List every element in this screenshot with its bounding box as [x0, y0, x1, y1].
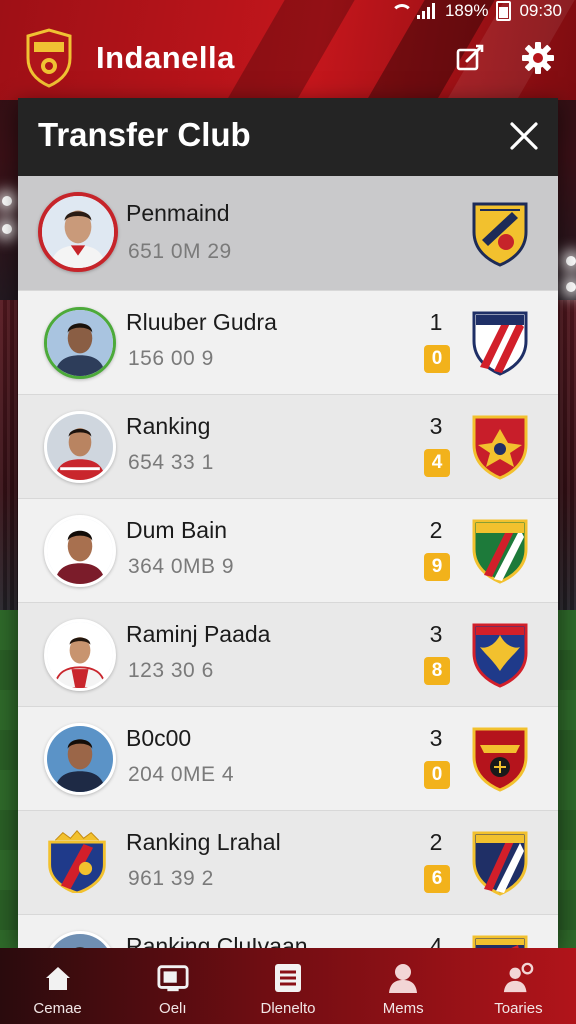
club-crest-icon [472, 831, 528, 896]
settings-button[interactable] [520, 40, 556, 76]
nav-label: Oelı [159, 1000, 187, 1017]
club-avatar [44, 827, 110, 893]
gear-icon [522, 42, 554, 74]
player-avatar [44, 931, 116, 948]
player-stats: 364 0MB 9 [128, 555, 235, 578]
rank-badge: 9 [424, 553, 450, 581]
player-avatar [44, 515, 116, 587]
rank-number: 4 [429, 933, 443, 948]
trophy-person-icon [502, 962, 534, 994]
player-stats: 156 00 9 [128, 347, 214, 370]
club-crest-icon [472, 519, 528, 584]
rank-badge: 0 [424, 345, 450, 373]
close-icon [510, 122, 538, 150]
panel-header: Transfer Club [18, 98, 558, 176]
bottom-navigation: Cemae Oelı Dlenelto Mems Toaries [0, 948, 576, 1024]
player-name: Dum Bain [126, 517, 227, 543]
person-icon [387, 962, 419, 994]
rank-badge: 6 [424, 865, 450, 893]
player-avatar [38, 192, 118, 272]
player-row[interactable]: Ranking Lrahal 961 39 2 2 6 [18, 811, 558, 915]
app-title: Indanella [96, 40, 235, 75]
club-crest-icon [472, 727, 528, 792]
player-name: Ranking CluIvaan [126, 933, 308, 948]
nav-label: Toaries [494, 1000, 543, 1017]
player-name: Ranking [126, 413, 211, 439]
player-avatar [44, 411, 116, 483]
player-stats: 204 0ME 4 [128, 763, 235, 786]
player-avatar [44, 723, 116, 795]
club-crest-icon [472, 311, 528, 376]
panel-title: Transfer Club [38, 116, 251, 153]
nav-item-members[interactable]: Mems [346, 948, 461, 1024]
player-row[interactable]: Ranking 654 33 1 3 4 [18, 395, 558, 499]
player-row[interactable]: Dum Bain 364 0MB 9 2 9 [18, 499, 558, 603]
player-name: Rluuber Gudra [126, 309, 277, 335]
tv-icon [157, 962, 189, 994]
wifi-icon [389, 4, 413, 18]
battery-level: 189% [444, 1, 489, 20]
nav-label: Cemae [33, 1000, 82, 1017]
nav-item-tv[interactable]: Oelı [115, 948, 230, 1024]
club-crest-icon [472, 935, 528, 948]
list-icon [272, 962, 304, 994]
nav-label: Mems [382, 1000, 424, 1017]
player-name: Penmaind [126, 200, 230, 226]
nav-label: Dlenelto [260, 1000, 316, 1017]
player-row[interactable]: Penmaind 651 0M 29 [18, 176, 558, 291]
rank-badge: 4 [424, 449, 450, 477]
nav-item-list[interactable]: Dlenelto [230, 948, 345, 1024]
player-row[interactable]: Rluuber Gudra 156 00 9 1 0 [18, 291, 558, 395]
edit-button[interactable] [452, 40, 488, 76]
player-stats: 123 30 6 [128, 659, 214, 682]
club-crest-icon [472, 202, 528, 267]
player-avatar [44, 619, 116, 691]
rank-number: 3 [429, 413, 443, 439]
rank-number: 3 [429, 621, 443, 647]
rank-number: 2 [429, 829, 443, 855]
club-crest-icon [472, 623, 528, 688]
player-row[interactable]: Ranking CluIvaan 4 [18, 915, 558, 948]
player-name: Raminj Paada [126, 621, 271, 647]
club-logo-icon [26, 28, 72, 88]
close-button[interactable] [504, 116, 544, 156]
player-stats: 961 39 2 [128, 867, 214, 890]
edit-icon [456, 44, 484, 71]
nav-item-stories[interactable]: Toaries [461, 948, 576, 1024]
player-row[interactable]: B0c00 204 0ME 4 3 0 [18, 707, 558, 811]
rank-badge: 0 [424, 761, 450, 789]
player-avatar [44, 307, 116, 379]
battery-icon [496, 1, 512, 21]
rank-number: 1 [429, 309, 443, 335]
clock: 09:30 [519, 1, 562, 20]
rank-number: 3 [429, 725, 443, 751]
player-name: B0c00 [126, 725, 192, 751]
status-bar: 189% 09:30 [389, 0, 562, 22]
rank-number: 2 [429, 517, 443, 543]
signal-icon [416, 3, 437, 19]
app-header: 189% 09:30 Indanella [0, 0, 576, 100]
home-icon [42, 962, 74, 994]
player-stats: 654 33 1 [128, 451, 214, 474]
club-crest-icon [472, 415, 528, 480]
player-name: Ranking Lrahal [126, 829, 281, 855]
player-row[interactable]: Raminj Paada 123 30 6 3 8 [18, 603, 558, 707]
player-stats: 651 0M 29 [128, 240, 232, 263]
transfer-club-panel: Transfer Club Penmaind 651 0M 29 Rluuber… [18, 98, 558, 948]
nav-item-home[interactable]: Cemae [0, 948, 115, 1024]
rank-badge: 8 [424, 657, 450, 685]
